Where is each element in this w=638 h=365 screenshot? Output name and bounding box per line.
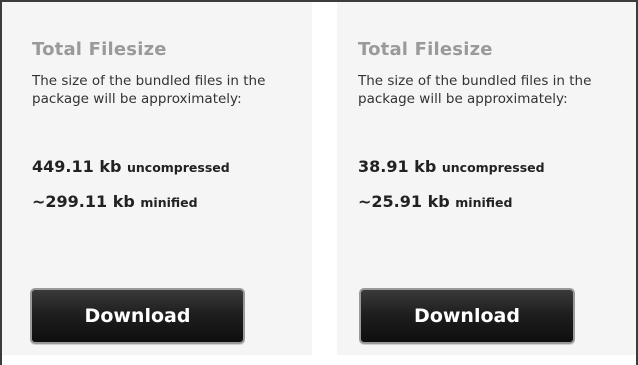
download-button[interactable]: Download xyxy=(359,288,575,344)
minified-size: ~299.11 kb minified xyxy=(32,192,198,211)
panel-title: Total Filesize xyxy=(358,39,493,60)
panel-description: The size of the bundled files in the pac… xyxy=(358,73,592,107)
download-button[interactable]: Download xyxy=(30,288,245,344)
minified-size-value: ~299.11 kb xyxy=(32,192,135,211)
uncompressed-size-unit: uncompressed xyxy=(126,160,230,175)
filesize-panel-left: Total Filesize The size of the bundled f… xyxy=(2,2,312,355)
minified-size-value: ~25.91 kb xyxy=(358,192,450,211)
minified-size: ~25.91 kb minified xyxy=(358,192,512,211)
panel-description: The size of the bundled files in the pac… xyxy=(32,73,266,107)
uncompressed-size: 449.11 kb uncompressed xyxy=(32,157,230,176)
filesize-frame: Total Filesize The size of the bundled f… xyxy=(0,0,638,365)
uncompressed-size: 38.91 kb uncompressed xyxy=(358,157,545,176)
panel-gap xyxy=(312,2,337,365)
minified-size-unit: minified xyxy=(140,195,198,210)
uncompressed-size-value: 449.11 kb xyxy=(32,157,122,176)
frame-bottom-strip xyxy=(2,355,636,365)
minified-size-unit: minified xyxy=(455,195,513,210)
uncompressed-size-value: 38.91 kb xyxy=(358,157,437,176)
uncompressed-size-unit: uncompressed xyxy=(441,160,545,175)
filesize-panel-right: Total Filesize The size of the bundled f… xyxy=(337,2,636,355)
panel-title: Total Filesize xyxy=(32,39,167,60)
